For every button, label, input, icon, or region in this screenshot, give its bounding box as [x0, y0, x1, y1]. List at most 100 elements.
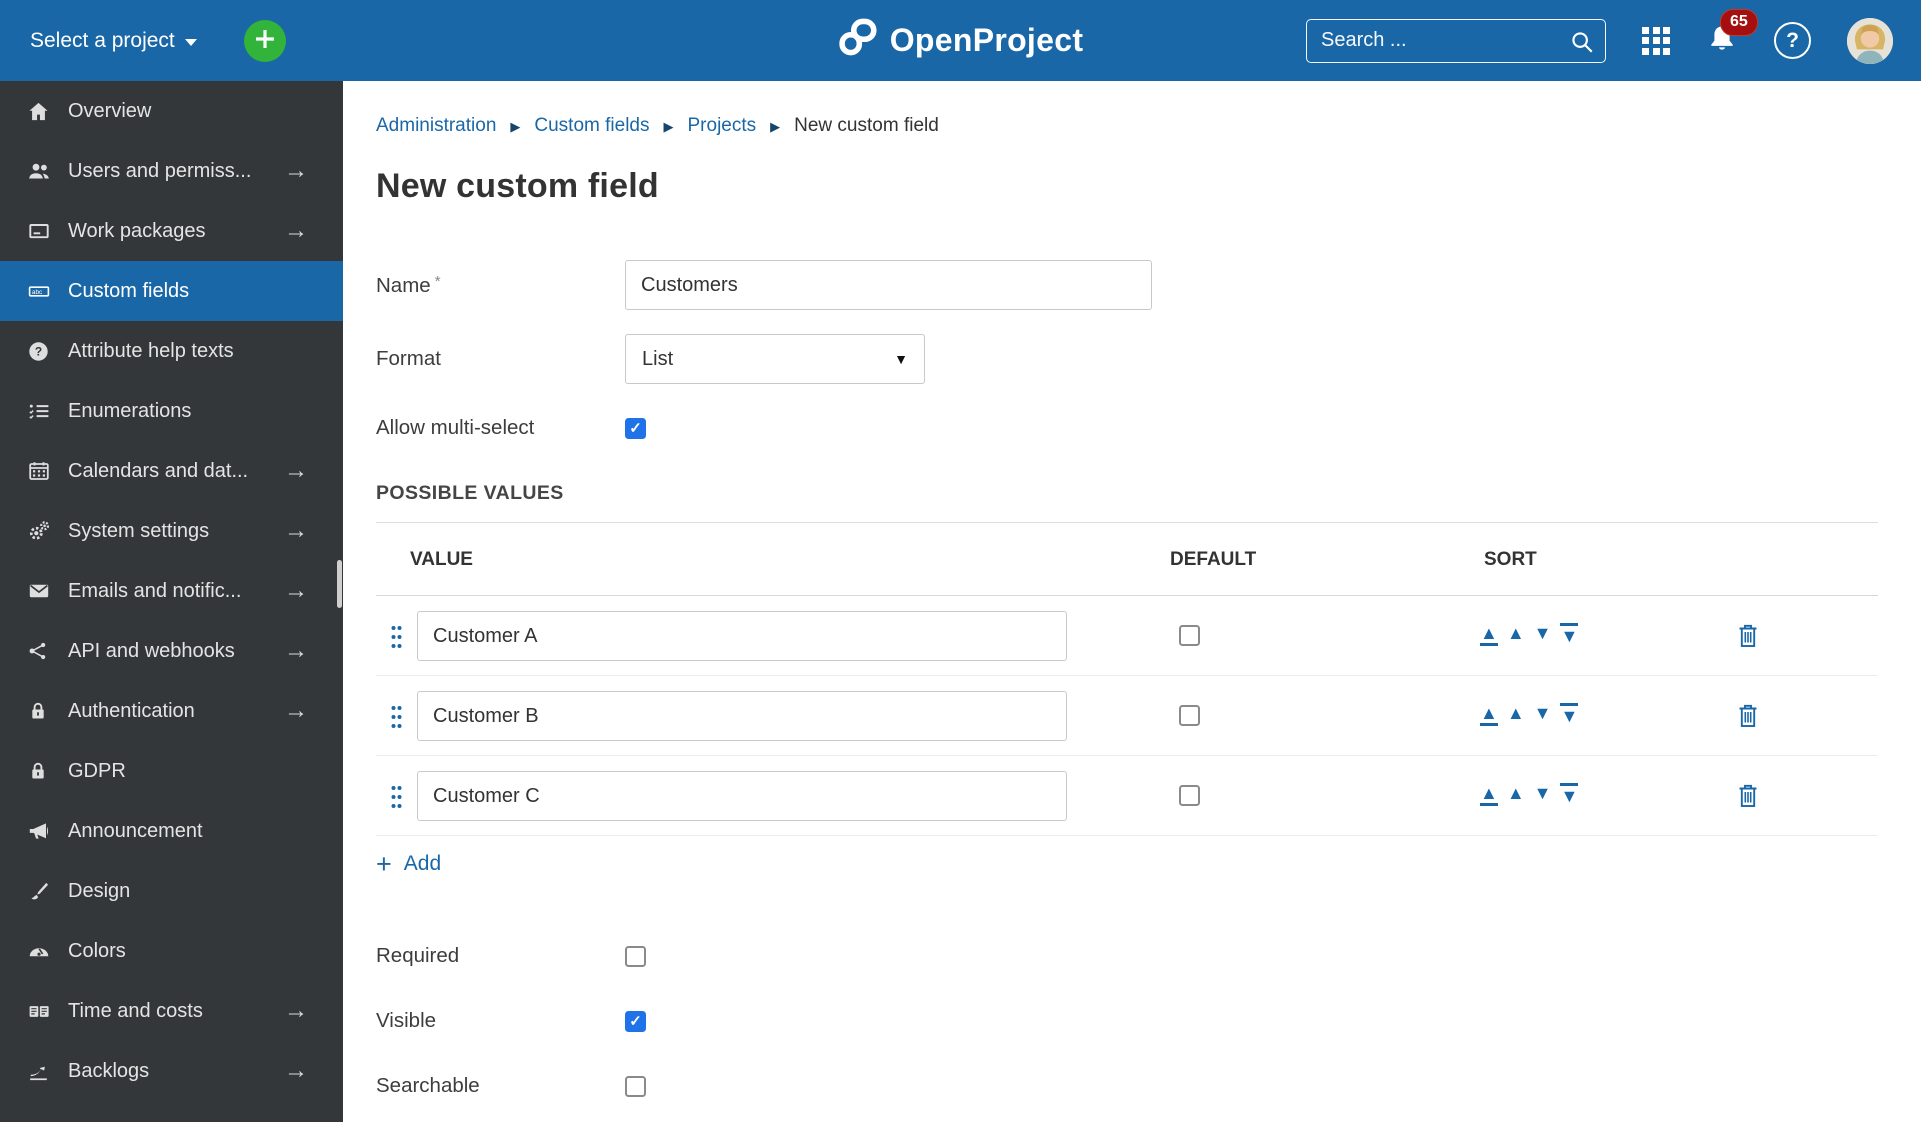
breadcrumb-separator-icon: ▶ [510, 119, 521, 134]
backlogs-icon [27, 1060, 51, 1083]
sidebar-item-users-and-permiss[interactable]: Users and permiss... → [0, 141, 343, 201]
value-input[interactable] [417, 611, 1067, 661]
visible-checkbox[interactable]: ✓ [625, 1010, 646, 1032]
name-input[interactable] [625, 260, 1152, 310]
breadcrumb: Administration ▶ Custom fields ▶ Projects ▶ Ne… [376, 115, 1878, 137]
sidebar-item-emails-and-notific[interactable]: Emails and notific... → [0, 561, 343, 621]
sidebar-item-announcement[interactable]: Announcement → [0, 801, 343, 861]
add-value-button[interactable]: + Add [376, 851, 442, 878]
move-to-top-icon[interactable]: ▲ [1480, 623, 1498, 646]
grid-icon [1642, 26, 1670, 55]
value-row: ✓ ▲ ▲ ▼ ▼ [376, 676, 1878, 756]
sidebar-item-calendars-and-dat[interactable]: Calendars and dat... → [0, 441, 343, 501]
sidebar-item-enumerations[interactable]: Enumerations → [0, 381, 343, 441]
arrow-right-icon: → [284, 457, 308, 484]
drag-handle-icon[interactable] [390, 784, 403, 815]
default-checkbox[interactable]: ✓ [1179, 625, 1200, 646]
default-checkbox[interactable]: ✓ [1179, 785, 1200, 806]
delete-icon[interactable] [1736, 782, 1760, 815]
sidebar-item-design[interactable]: Design → [0, 861, 343, 921]
search-icon[interactable] [1569, 29, 1595, 60]
help-button[interactable]: ? [1774, 22, 1811, 59]
breadcrumb-separator-icon: ▶ [663, 119, 674, 134]
arrow-right-icon: → [284, 577, 308, 604]
megaphone-icon [27, 819, 51, 843]
sidebar-item-colors[interactable]: Colors → [0, 921, 343, 981]
sidebar-item-api-and-webhooks[interactable]: API and webhooks → [0, 621, 343, 681]
delete-icon[interactable] [1736, 622, 1760, 655]
breadcrumb-separator-icon: ▶ [770, 119, 781, 134]
sidebar-item-custom-fields[interactable]: abc Custom fields → [0, 261, 343, 321]
move-to-bottom-icon[interactable]: ▼ [1560, 703, 1579, 726]
required-checkbox[interactable]: ✓ [625, 945, 646, 967]
move-up-icon[interactable]: ▲ [1507, 783, 1525, 806]
sidebar-scrollbar[interactable] [337, 560, 342, 608]
breadcrumb-item-custom-fields[interactable]: Custom fields [534, 115, 649, 137]
move-to-top-icon[interactable]: ▲ [1480, 703, 1498, 726]
move-to-bottom-icon[interactable]: ▼ [1560, 623, 1579, 646]
multi-select-checkbox[interactable]: ✓ [625, 417, 646, 439]
searchable-checkbox[interactable]: ✓ [625, 1075, 646, 1097]
column-header-value: VALUE [410, 549, 473, 570]
default-checkbox[interactable]: ✓ [1179, 705, 1200, 726]
arrow-right-icon: → [284, 997, 308, 1024]
openproject-logo[interactable]: OpenProject [838, 17, 1084, 65]
move-down-icon[interactable]: ▼ [1534, 783, 1552, 806]
admin-sidebar: Overview → Users and permiss... → Work p… [0, 81, 343, 1122]
multi-select-label: Allow multi-select [376, 416, 535, 439]
openproject-logo-text: OpenProject [889, 22, 1084, 58]
sidebar-item-overview[interactable]: Overview → [0, 81, 343, 141]
breadcrumb-item-projects[interactable]: Projects [688, 115, 757, 137]
notifications-button[interactable]: 65 [1706, 9, 1758, 58]
gears-icon [27, 519, 51, 543]
arrow-right-icon: → [284, 637, 308, 664]
visible-label: Visible [376, 1009, 437, 1032]
sidebar-item-time-and-costs[interactable]: Time and costs → [0, 981, 343, 1041]
apps-grid-button[interactable] [1642, 26, 1670, 55]
user-avatar[interactable] [1847, 17, 1893, 64]
required-label: Required [376, 944, 460, 967]
delete-icon[interactable] [1736, 702, 1760, 735]
share-icon [27, 640, 51, 662]
value-row: ✓ ▲ ▲ ▼ ▼ [376, 756, 1878, 836]
value-row: ✓ ▲ ▲ ▼ ▼ [376, 596, 1878, 676]
drag-handle-icon[interactable] [390, 624, 403, 655]
add-value-label: Add [403, 852, 442, 875]
possible-values-heading: POSSIBLE VALUES [376, 482, 564, 504]
sidebar-item-gdpr[interactable]: GDPR → [0, 741, 343, 801]
search-input[interactable] [1307, 29, 1605, 52]
move-down-icon[interactable]: ▼ [1534, 703, 1552, 726]
select-project-button[interactable]: Select a project [30, 29, 197, 53]
move-to-top-icon[interactable]: ▲ [1480, 783, 1498, 806]
arrow-right-icon: → [284, 217, 308, 244]
required-marker: * [434, 272, 441, 290]
app-window: Select a project OpenProject Search ... … [0, 0, 1921, 1122]
svg-text:?: ? [35, 344, 42, 358]
home-icon [27, 100, 51, 123]
sidebar-item-attribute-help-texts[interactable]: ? Attribute help texts → [0, 321, 343, 381]
value-input[interactable] [417, 691, 1067, 741]
value-input[interactable] [417, 771, 1067, 821]
customfield-icon: abc [27, 279, 51, 304]
move-down-icon[interactable]: ▼ [1534, 623, 1552, 646]
name-label: Name * [376, 272, 441, 297]
money-icon [27, 999, 51, 1024]
format-select[interactable]: List ▼ [625, 334, 925, 384]
envelope-icon [27, 579, 51, 603]
sidebar-item-authentication[interactable]: Authentication → [0, 681, 343, 741]
brush-icon [27, 880, 51, 903]
drag-handle-icon[interactable] [390, 704, 403, 735]
breadcrumb-item-administration[interactable]: Administration [376, 115, 496, 137]
chevron-down-icon [184, 38, 197, 46]
move-to-bottom-icon[interactable]: ▼ [1560, 783, 1579, 806]
move-up-icon[interactable]: ▲ [1507, 703, 1525, 726]
custom-field-form: Name* Format List ▼ Allow multi-select ✓… [376, 260, 1878, 1098]
sidebar-item-backlogs[interactable]: Backlogs → [0, 1041, 343, 1101]
openproject-logo-icon [838, 17, 878, 65]
move-up-icon[interactable]: ▲ [1507, 623, 1525, 646]
sidebar-item-system-settings[interactable]: System settings → [0, 501, 343, 561]
arrow-right-icon: → [284, 517, 308, 544]
sidebar-item-work-packages[interactable]: Work packages → [0, 201, 343, 261]
plus-icon [254, 22, 276, 60]
create-project-button[interactable] [243, 19, 286, 62]
